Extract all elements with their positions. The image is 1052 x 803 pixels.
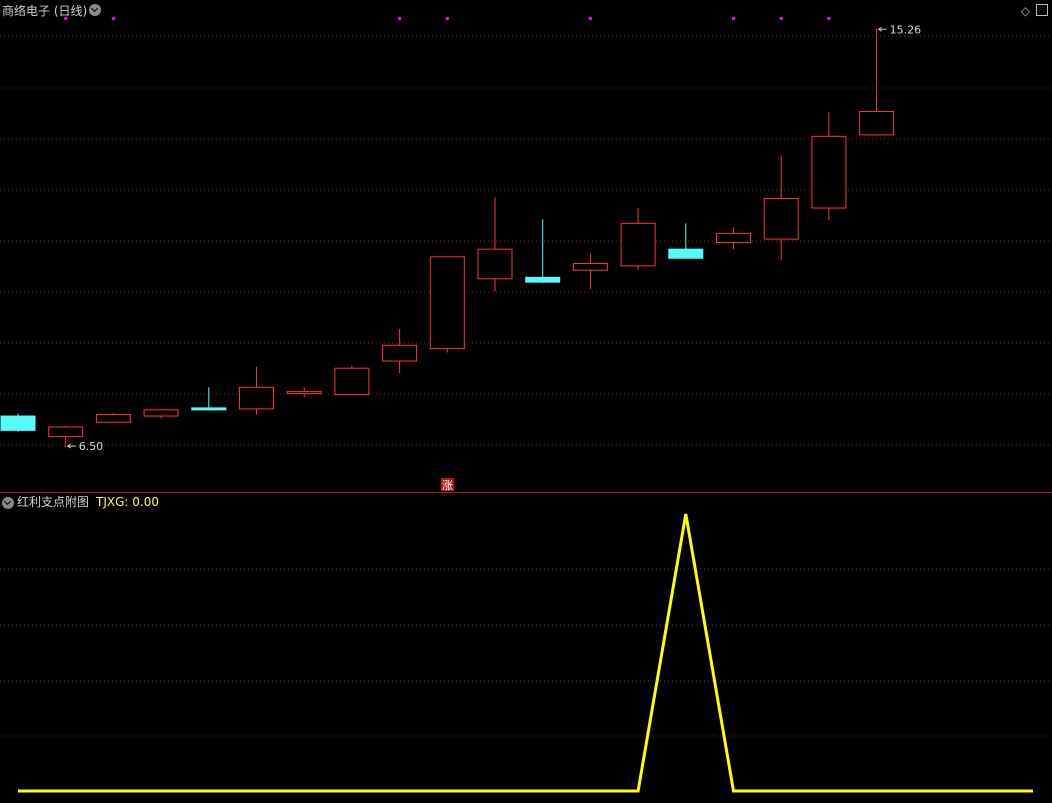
indicator-chart: [0, 513, 1052, 793]
tjxg-series-line: [18, 513, 1033, 793]
chart-window: 商络电子 (日线) ◇ 红利支点附图 TJXG: 0.00 15.26 6.50 涨: [0, 0, 1052, 803]
